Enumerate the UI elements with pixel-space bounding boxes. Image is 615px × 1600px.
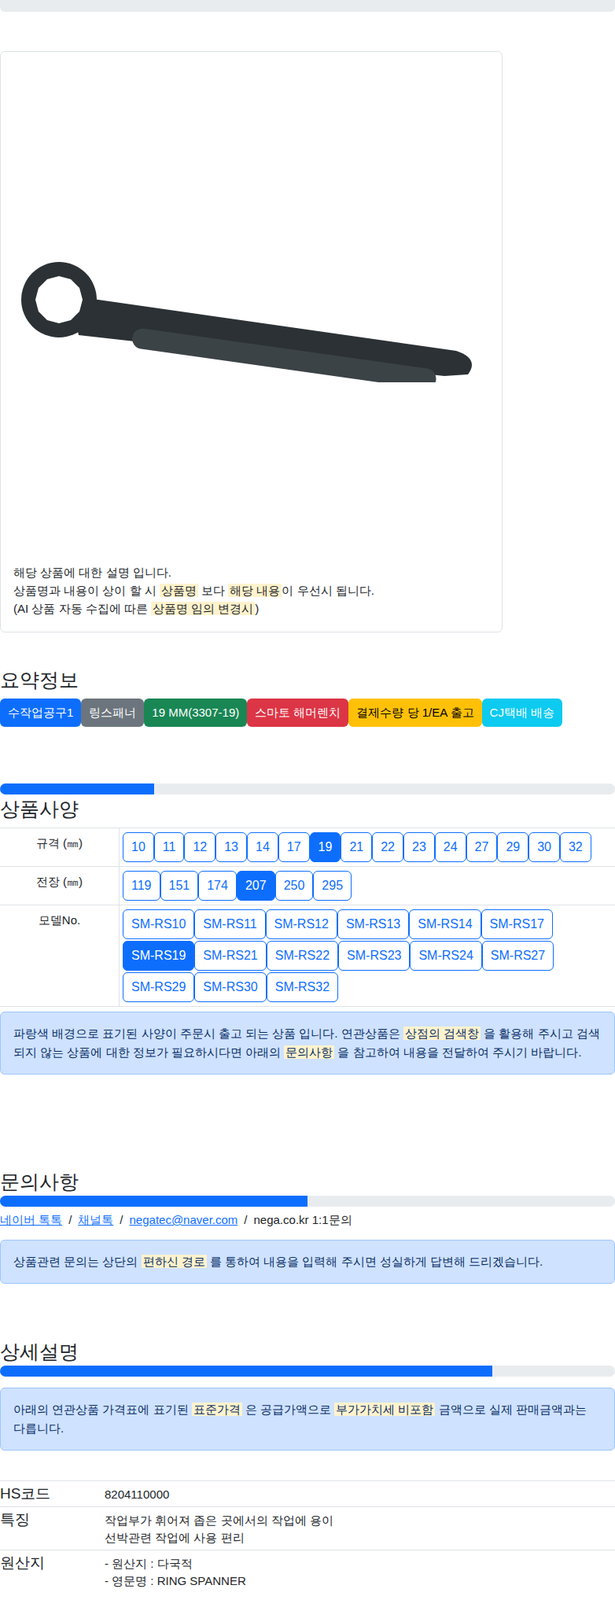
tag: 수작업공구1 — [0, 698, 82, 727]
contact-link[interactable]: 네이버 톡톡 — [0, 1211, 63, 1229]
tag: 결제수량 당 1/EA 출고 — [348, 698, 482, 727]
option-chip[interactable]: SM-RS23 — [338, 940, 410, 971]
tag: 링스패너 — [81, 698, 144, 727]
info-alert: 아래의 연관상품 가격표에 표기된 표준가격 은 공급가액으로 부가가치세 비포… — [0, 1387, 615, 1451]
progress-bar — [0, 783, 615, 795]
option-chip[interactable]: 30 — [528, 832, 560, 862]
spec-row: 모델No.SM-RS10SM-RS11SM-RS12SM-RS13SM-RS14… — [0, 905, 615, 1007]
option-chip[interactable]: 10 — [122, 832, 155, 862]
option-chip[interactable]: 13 — [215, 832, 247, 862]
option-chip[interactable]: SM-RS29 — [122, 972, 195, 1002]
option-chip[interactable]: 250 — [275, 870, 314, 901]
section-title: 상품사양 — [0, 795, 615, 822]
detail-row: HS코드8204110000 — [0, 1480, 615, 1507]
option-chip[interactable]: 24 — [434, 832, 467, 862]
section-title: 요약정보 — [0, 666, 615, 693]
product-page: 해당 상품에 대한 설명 입니다.상품명과 내용이 상이 할 시 상품명 보다 … — [0, 0, 615, 1593]
progress-bar — [0, 1195, 615, 1207]
option-chip[interactable]: SM-RS32 — [266, 972, 339, 1002]
option-chip[interactable]: 29 — [497, 832, 529, 862]
info-alert: 상품관련 문의는 상단의 편하신 경로 를 통하여 내용을 입력해 주시면 성실… — [0, 1239, 615, 1284]
wrench-icon — [15, 240, 488, 383]
contact-link[interactable]: nega.co.kr 1:1문의 — [254, 1211, 353, 1229]
option-chip[interactable]: SM-RS19 — [122, 940, 195, 971]
product-photo — [0, 51, 502, 564]
option-chip[interactable]: 22 — [371, 832, 404, 862]
option-chip[interactable]: 14 — [246, 832, 279, 862]
detail-row: 원산지- 원산지 : 다국적- 영문명 : RING SPANNER — [0, 1549, 615, 1593]
option-chip[interactable]: 19 — [309, 832, 342, 862]
tag: CJ택배 배송 — [482, 698, 564, 727]
option-chip[interactable]: 17 — [278, 832, 310, 862]
option-chip[interactable]: SM-RS17 — [481, 909, 553, 940]
option-chip[interactable]: SM-RS22 — [266, 940, 339, 971]
option-chip[interactable]: SM-RS13 — [337, 909, 409, 940]
option-chip[interactable]: SM-RS30 — [194, 972, 266, 1002]
top-bar — [0, 0, 615, 12]
option-chip[interactable]: SM-RS10 — [122, 909, 195, 940]
option-chip[interactable]: SM-RS27 — [482, 940, 554, 971]
option-chip[interactable]: SM-RS11 — [194, 909, 266, 940]
option-chip[interactable]: SM-RS14 — [408, 909, 481, 940]
option-chip[interactable]: 207 — [236, 870, 276, 901]
option-chip[interactable]: 151 — [160, 870, 199, 901]
contact-link[interactable]: 채널톡 — [77, 1211, 114, 1229]
tag: 19 MM(3307-19) — [143, 698, 247, 727]
option-chip[interactable]: SM-RS24 — [409, 940, 482, 971]
option-chip[interactable]: 32 — [559, 832, 592, 862]
tag: 스마토 해머렌치 — [246, 698, 349, 727]
option-chip[interactable]: SM-RS21 — [194, 940, 266, 971]
option-chip[interactable]: 27 — [466, 832, 498, 862]
option-chip[interactable]: 295 — [313, 870, 352, 901]
spec-table: 규격 (㎜)101112131417192122232427293032전장 (… — [0, 827, 615, 1007]
option-chip[interactable]: 23 — [403, 832, 435, 862]
option-chip[interactable]: 174 — [198, 870, 237, 901]
notice-text: 해당 상품에 대한 설명 입니다.상품명과 내용이 상이 할 시 상품명 보다 … — [0, 563, 502, 632]
section-title: 문의사항 — [0, 1168, 615, 1194]
option-chip[interactable]: 21 — [340, 832, 372, 862]
detail-row: 특징작업부가 휘어져 좁은 곳에서의 작업에 용이선박관련 작업에 사용 편리 — [0, 1506, 615, 1550]
option-chip[interactable]: 12 — [184, 832, 216, 862]
spec-row: 전장 (㎜)119151174207250295 — [0, 866, 615, 906]
info-alert: 파랑색 배경으로 표기된 사양이 주문시 출고 되는 상품 입니다. 연관상품은… — [0, 1011, 615, 1075]
contact-link[interactable]: negatec@naver.com — [129, 1211, 239, 1229]
option-chip[interactable]: 119 — [122, 870, 161, 901]
image-card: 해당 상품에 대한 설명 입니다.상품명과 내용이 상이 할 시 상품명 보다 … — [0, 51, 503, 633]
detail-table: HS코드8204110000특징작업부가 휘어져 좁은 곳에서의 작업에 용이선… — [0, 1480, 615, 1593]
spec-row: 규격 (㎜)101112131417192122232427293032 — [0, 828, 615, 867]
option-chip[interactable]: SM-RS12 — [265, 909, 338, 940]
progress-bar — [0, 1365, 615, 1377]
contact-links: 네이버 톡톡/채널톡/negatec@naver.com/nega.co.kr … — [0, 1211, 615, 1229]
section-title: 상세설명 — [0, 1338, 615, 1364]
option-chip[interactable]: 11 — [154, 832, 185, 862]
tag-list: 수작업공구1링스패너19 MM(3307-19)스마토 해머렌치결제수량 당 1… — [0, 698, 615, 727]
